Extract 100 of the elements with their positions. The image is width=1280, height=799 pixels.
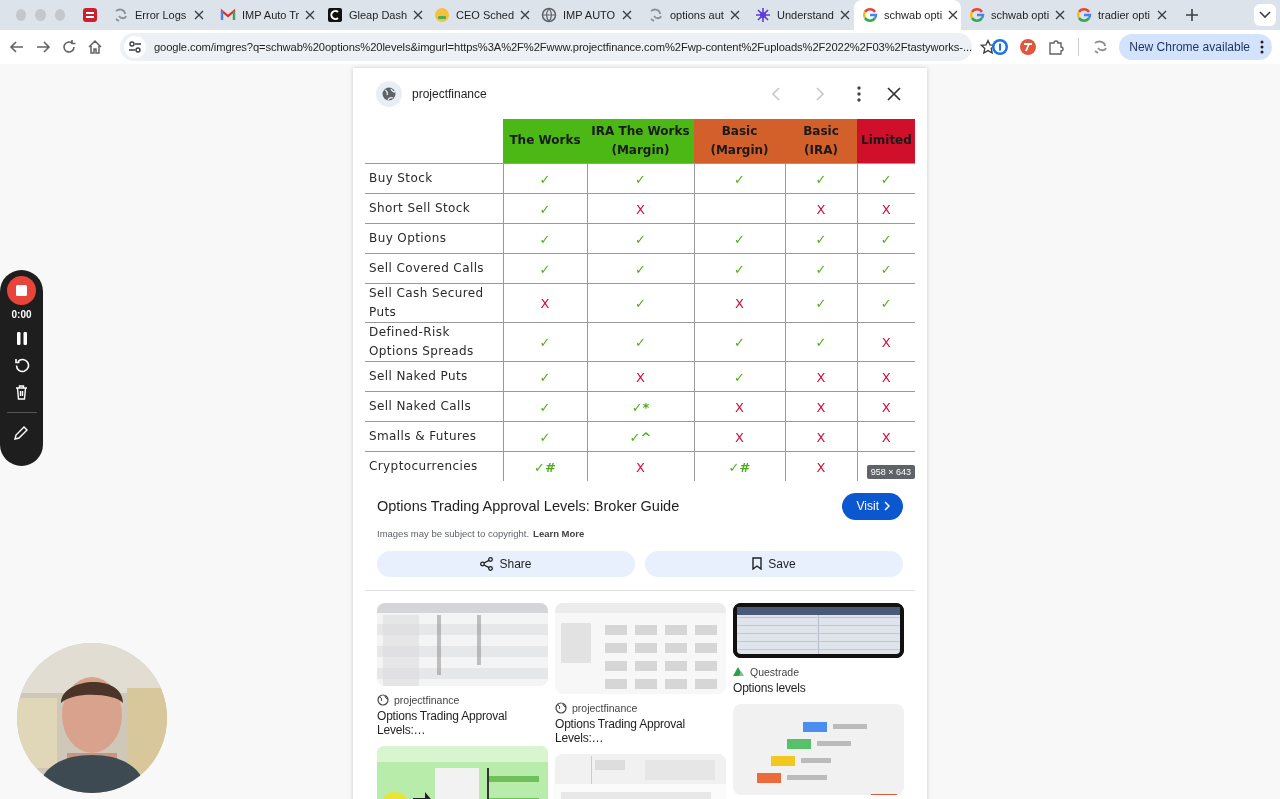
url-text: google.com/imgres?q=schwab%20options%20levels&imgurl=https%3A%2F%2Fwww.projectfinance.com%2Fwp-content%2Fuploads%2F2022%2F03%2Ftastyworks-... (154, 41, 972, 53)
cross-mark: X (881, 335, 891, 350)
globe-icon (541, 7, 557, 23)
stop-button[interactable] (7, 276, 36, 305)
plus-icon[interactable] (1185, 8, 1199, 22)
close-icon[interactable] (729, 10, 740, 20)
browser-tab[interactable]: IMP Auto Tr (212, 0, 319, 30)
source-name: projectfinance (394, 693, 460, 706)
check-mark: ✓ (539, 399, 551, 415)
pencil-icon[interactable] (14, 425, 29, 440)
column-header: IRA The Works (Margin) (587, 119, 694, 163)
share-button[interactable]: Share (377, 550, 635, 577)
image-size-badge: 958 × 643 (866, 464, 915, 479)
row-label: Buy Options (365, 223, 503, 253)
check-mark: ✓ (815, 231, 827, 247)
c-logo-icon (327, 7, 343, 23)
tab-search-button[interactable] (1254, 4, 1276, 26)
cross-mark: X (881, 429, 891, 445)
result-link[interactable]: Options levels (733, 680, 904, 695)
triangle-logo-icon (733, 666, 745, 677)
visit-button[interactable]: Visit (841, 492, 903, 520)
check-mark: ✓ (734, 261, 745, 277)
password-icon[interactable] (991, 38, 1010, 56)
browser-tab[interactable]: Gleap Dash (319, 0, 426, 30)
browser-tab[interactable]: IMP AUTO (533, 0, 640, 30)
close-icon[interactable] (305, 10, 316, 20)
result-link[interactable]: Options Trading Approval Levels:… (555, 716, 726, 745)
multicolor-ring-icon (862, 7, 878, 23)
browser-tab[interactable]: schwab opti (961, 0, 1068, 30)
reload-icon[interactable] (61, 39, 77, 55)
save-button[interactable]: Save (645, 550, 903, 577)
next-icon (815, 86, 825, 101)
extension-icon[interactable] (1019, 38, 1038, 56)
close-icon[interactable] (948, 10, 959, 20)
puzzle-icon[interactable] (1047, 38, 1066, 56)
tab-title: Gleap Dash (349, 9, 408, 21)
tab-title: Error Logs (135, 9, 187, 21)
emoji-icon (434, 7, 450, 23)
check-mark: ✓ (815, 335, 827, 350)
row-label: Defined-Risk Options Spreads (365, 322, 503, 361)
check-mark: ✓# (728, 459, 751, 475)
check-mark: ✓ (635, 296, 646, 311)
column-header: The Works (503, 119, 587, 163)
check-mark: ✓ (539, 335, 551, 350)
row-label: Sell Naked Calls (365, 391, 503, 421)
forward-icon[interactable] (35, 39, 51, 55)
close-icon[interactable] (1055, 10, 1066, 20)
browser-tab[interactable]: Understand (747, 0, 854, 30)
close-icon[interactable] (839, 10, 850, 20)
cross-mark: X (636, 459, 645, 475)
check-mark: ✓ (539, 231, 551, 247)
browser-tab[interactable]: schwab opti (854, 0, 961, 30)
source-name: projectfinance (572, 701, 638, 714)
cross-mark: X (881, 399, 891, 415)
check-mark: ✓ (539, 261, 551, 277)
update-button[interactable]: New Chrome available (1119, 34, 1272, 60)
browser-tab[interactable]: Error Logs (105, 0, 212, 30)
column-header: Limited (857, 119, 915, 163)
result-link[interactable]: Options Trading Approval Levels:… (377, 708, 548, 737)
close-icon[interactable] (622, 10, 632, 20)
swirl-icon (113, 7, 129, 23)
trash-icon[interactable] (15, 385, 28, 400)
back-icon[interactable] (9, 39, 25, 55)
restart-icon[interactable] (13, 357, 30, 373)
browser-tab[interactable]: options aut (640, 0, 747, 30)
row-label: Sell Naked Puts (365, 361, 503, 391)
star-icon[interactable] (979, 39, 996, 55)
chevron-down-icon (1259, 11, 1271, 19)
browser-tab[interactable]: tradier opti (1068, 0, 1175, 30)
column-header: Basic (IRA) (785, 119, 857, 163)
learn-more-link[interactable]: Learn More (533, 527, 585, 539)
check-mark: ✓ (880, 171, 892, 187)
close-icon[interactable] (520, 10, 531, 20)
close-icon[interactable] (1157, 10, 1167, 20)
burst-icon (755, 7, 771, 23)
check-mark: ✓^ (629, 429, 652, 445)
close-icon[interactable] (413, 10, 424, 20)
globe-icon (555, 701, 567, 714)
close-icon[interactable] (194, 10, 204, 20)
cross-mark: X (881, 369, 891, 385)
tab-title: schwab opti (884, 9, 943, 21)
check-mark: ✓ (880, 231, 892, 247)
check-mark: ✓ (734, 369, 745, 385)
pause-icon[interactable] (15, 332, 28, 345)
check-mark: ✓ (539, 369, 551, 385)
browser-tab[interactable]: CEO Sched (426, 0, 533, 30)
swirl-icon (648, 7, 664, 23)
close-icon[interactable] (887, 86, 901, 101)
app-icon (82, 7, 98, 23)
source-name: projectfinance (412, 86, 487, 101)
kebab-icon (1260, 40, 1264, 54)
result-title: Options Trading Approval Levels: Broker Guide (377, 498, 680, 514)
more-icon[interactable] (857, 85, 861, 102)
row-label: Cryptocurrencies (365, 451, 503, 481)
check-mark: ✓ (635, 231, 646, 247)
tab-title: options aut (670, 9, 724, 21)
site-info-button[interactable] (124, 36, 146, 58)
globe-icon (377, 693, 389, 706)
cross-mark: X (636, 201, 645, 217)
home-icon[interactable] (87, 39, 103, 55)
